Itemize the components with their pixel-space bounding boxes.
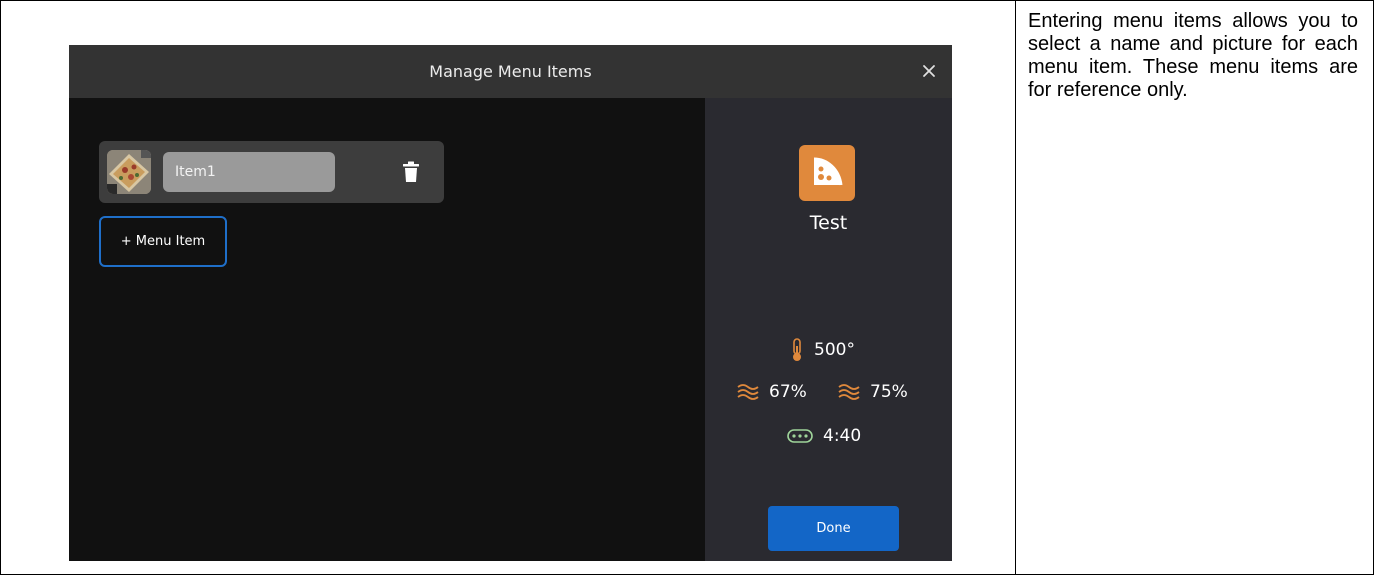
conveyor-stat: 4:40 <box>787 426 861 446</box>
menu-item-name-input[interactable]: Item1 <box>163 152 335 192</box>
humidity-value-1: 67% <box>769 382 807 402</box>
menu-item-thumbnail[interactable] <box>107 150 151 194</box>
table-column-divider <box>1015 0 1016 575</box>
menu-item-row: Item1 <box>99 141 444 203</box>
recipe-name: Test <box>809 212 848 234</box>
humidity-value-2: 75% <box>870 382 908 402</box>
humidity-stat-2: 75% <box>838 382 908 402</box>
temperature-value: 500° <box>814 340 855 360</box>
thermometer-icon <box>793 338 801 361</box>
trash-icon[interactable] <box>401 161 421 183</box>
humidity-stat-1: 67% <box>737 382 807 402</box>
done-button[interactable]: Done <box>768 506 899 551</box>
dialog-header: Manage Menu Items <box>69 45 952 98</box>
humidity-waves-icon <box>737 384 759 400</box>
recipe-summary-panel: Test 500° 67% 75% 4:40 Done <box>705 98 952 561</box>
close-icon[interactable] <box>920 62 938 80</box>
dialog-title: Manage Menu Items <box>429 62 592 81</box>
pizza-slice-icon <box>813 157 843 186</box>
conveyor-time-value: 4:40 <box>823 426 862 446</box>
temperature-stat: 500° <box>790 338 855 362</box>
manage-menu-items-dialog: Manage Menu Items Item1 + Menu Item Test… <box>69 45 952 561</box>
description-text: Entering menu items allows you to select… <box>1028 10 1358 101</box>
pizza-photo-icon <box>107 150 151 194</box>
conveyor-belt-icon <box>787 429 813 443</box>
add-menu-item-button[interactable]: + Menu Item <box>99 216 227 267</box>
humidity-waves-icon <box>838 384 860 400</box>
recipe-icon-tile <box>799 145 855 201</box>
